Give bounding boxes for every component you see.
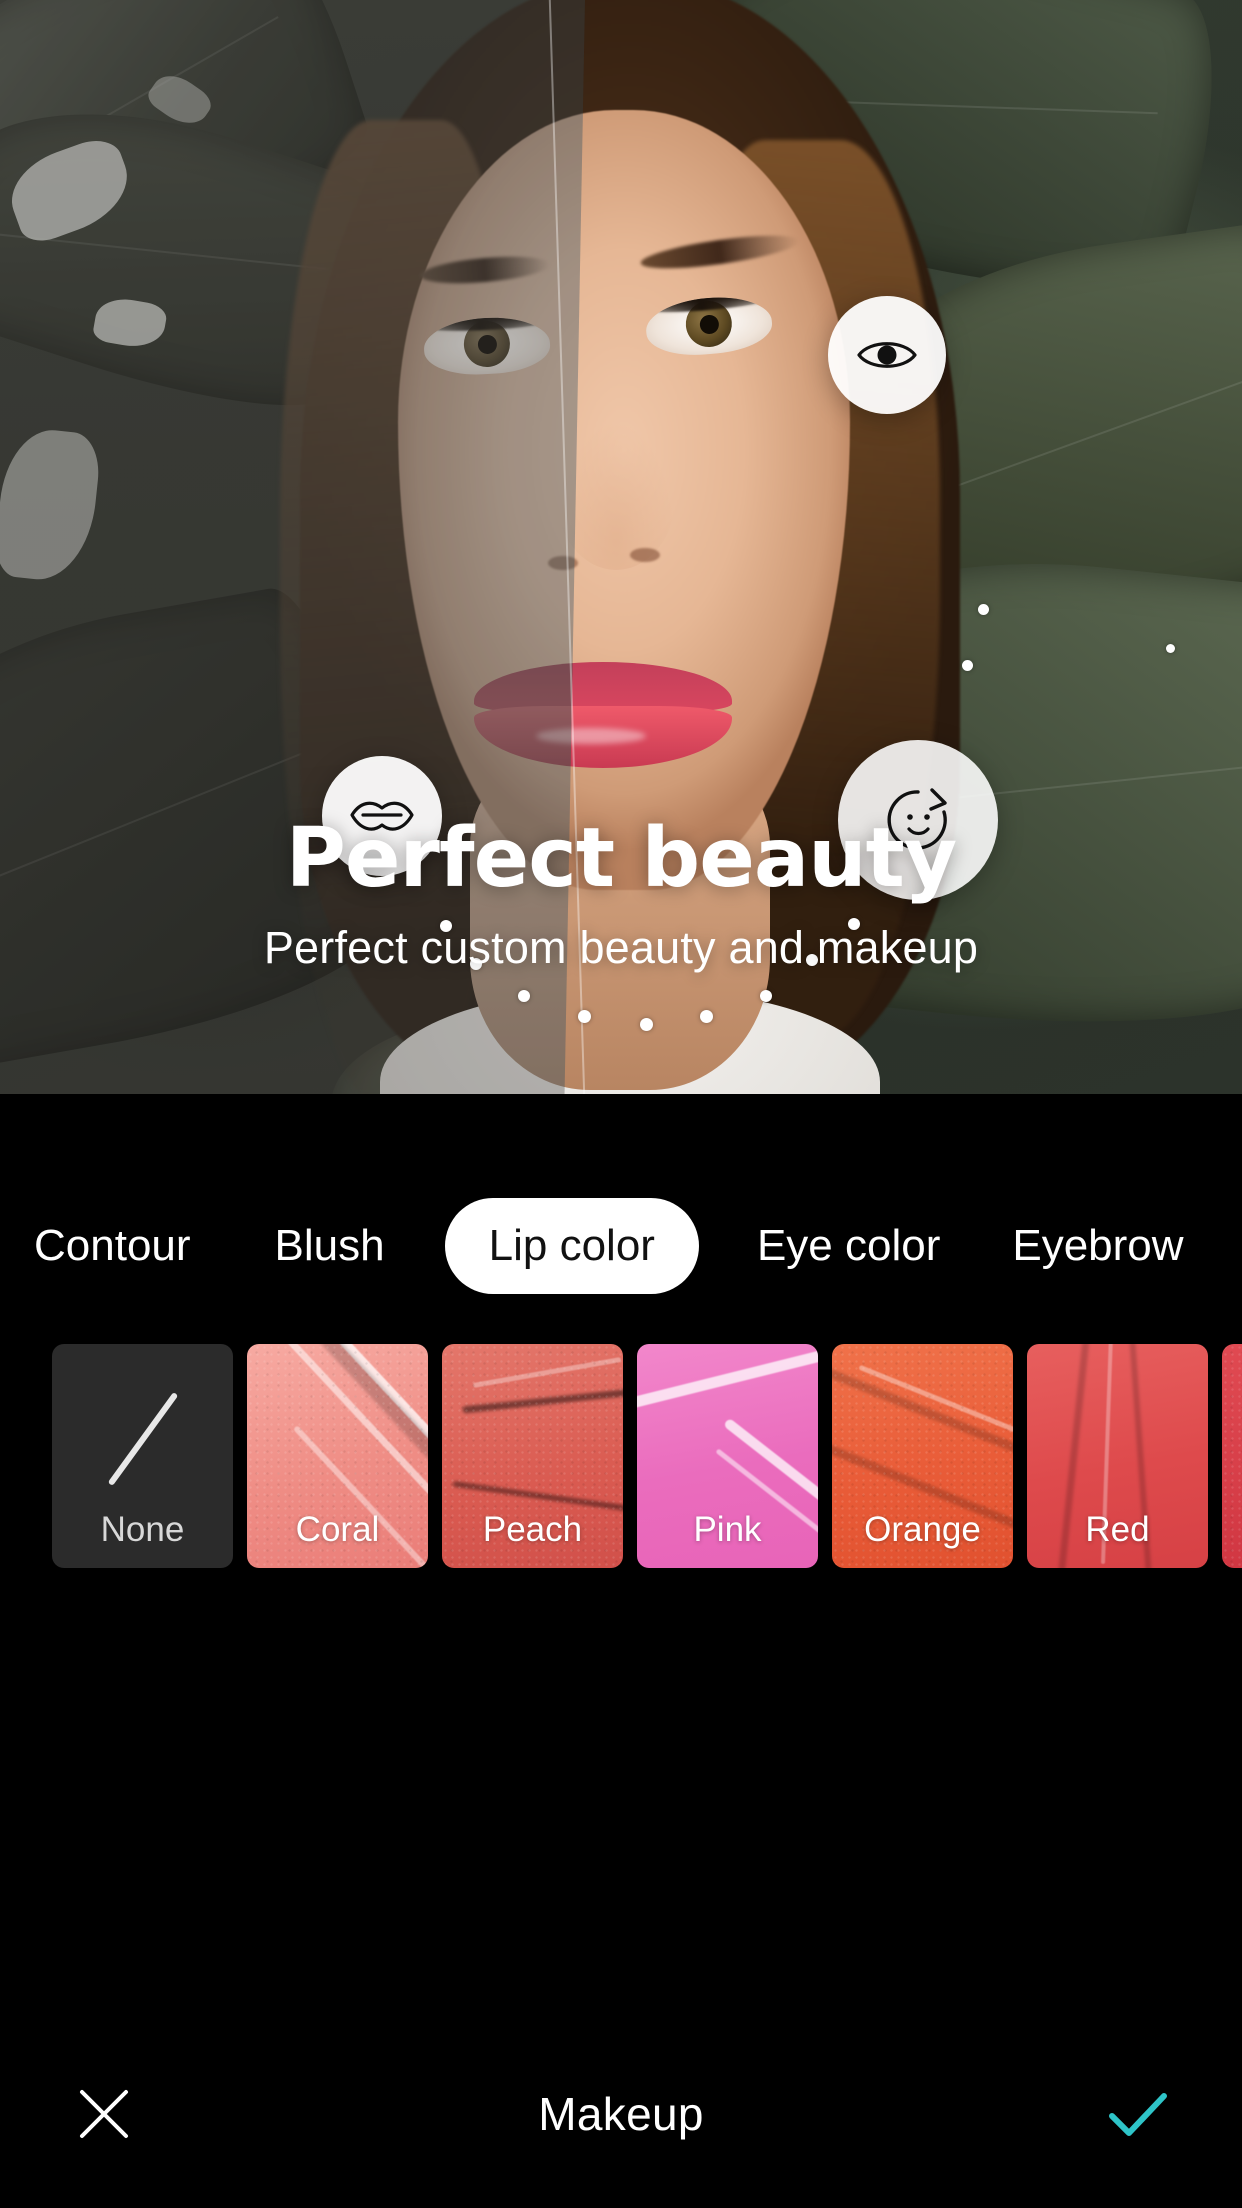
swatch-orange[interactable]: Orange [832,1344,1013,1568]
close-icon [80,2090,128,2138]
swatch-label: Peach [482,1510,583,1549]
tab-blush[interactable]: Blush [275,1198,385,1294]
eye-icon [857,342,917,368]
tab-eyebrow[interactable]: Eyebrow [1012,1198,1183,1294]
swatch-red[interactable]: Red [1027,1344,1208,1568]
swatch-pink[interactable]: Pink [637,1344,818,1568]
swatch-peach[interactable]: Peach [442,1344,623,1568]
face-tracking-dot [962,660,973,671]
tab-eye-color[interactable]: Eye color [757,1198,940,1294]
swatch-next[interactable] [1222,1344,1242,1568]
swatch-label: Coral [295,1510,380,1549]
bottom-action-bar: Makeup [0,2020,1242,2208]
swatch-none[interactable]: None [52,1344,233,1568]
swatch-label: Red [1085,1510,1150,1549]
face-tracking-dot [760,990,772,1002]
swatch-label: Pink [693,1510,762,1549]
pupil [699,313,720,335]
makeup-control-panel: Contour Blush Lip color Eye color Eyebro… [0,1094,1242,2208]
panel-title: Makeup [538,2088,704,2140]
swatch-grain [1222,1344,1242,1568]
face-tracking-dot [578,1010,591,1023]
category-tab-bar[interactable]: Contour Blush Lip color Eye color Eyebro… [0,1198,1242,1294]
eye-tool-button[interactable] [828,296,946,414]
nostril [630,548,660,562]
face-tracking-dot [700,1010,713,1023]
tab-contour[interactable]: Contour [34,1198,191,1294]
hero-photo-preview[interactable]: Perfect beauty Perfect custom beauty and… [0,0,1242,1094]
page-subtitle: Perfect custom beauty and makeup [263,922,979,973]
color-swatch-strip[interactable]: None Coral Peach Pink Orange Red [0,1344,1242,1568]
face-tracking-dot [978,604,989,615]
cancel-button[interactable] [62,2072,146,2156]
face-tracking-dot [640,1018,653,1031]
swatch-coral[interactable]: Coral [247,1344,428,1568]
swatch-label: None [100,1510,185,1549]
swatch-label: Orange [864,1510,981,1549]
page-title: Perfect beauty [285,811,957,906]
face-tracking-dot [518,990,530,1002]
no-color-slash-icon [107,1391,178,1487]
tab-lip-color[interactable]: Lip color [444,1198,699,1294]
confirm-button[interactable] [1096,2072,1180,2156]
check-icon [1108,2093,1167,2136]
face-tracking-dot [1166,644,1175,653]
hero-text-block: Perfect beauty Perfect custom beauty and… [0,818,1242,974]
